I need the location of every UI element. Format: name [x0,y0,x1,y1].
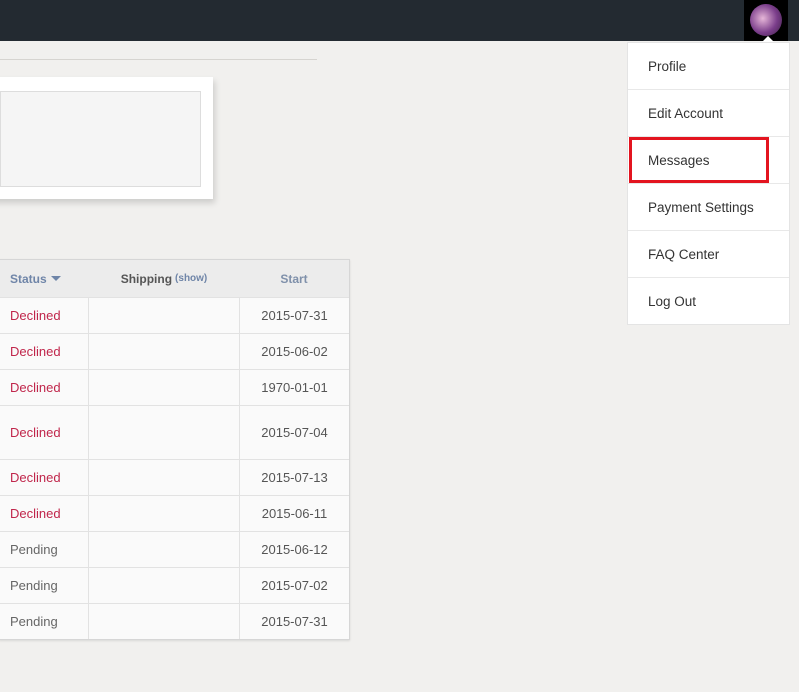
status-header-label: Status [10,271,47,286]
status-cell: Pending [0,604,89,639]
orders-table: Status Shipping (show) Start Declined 2015… [0,259,350,640]
start-date-cell: 1970-01-01 [261,380,328,395]
shipping-show-link[interactable]: (show) [175,273,207,284]
shipping-header-label: Shipping [120,271,173,286]
table-row[interactable]: Declined 2015-07-13 [0,459,349,495]
shipping-cell [89,406,240,459]
shipping-cell [89,460,240,495]
table-row[interactable]: Pending 2015-07-02 [0,567,349,603]
status-cell: Pending [0,532,89,567]
start-date-cell: 2015-07-13 [261,470,328,485]
info-card-content [0,91,201,187]
shipping-cell [89,334,240,369]
divider [0,59,317,60]
status-cell: Pending [0,568,89,603]
start-date-cell: 2015-06-12 [261,542,328,557]
menu-item-edit-account[interactable]: Edit Account [628,89,789,136]
status-cell: Declined [0,406,89,459]
status-cell: Declined [0,460,89,495]
table-row[interactable]: Declined 2015-07-04 [0,405,349,459]
table-row[interactable]: Pending 2015-07-31 [0,603,349,639]
table-row[interactable]: Pending 2015-06-12 [0,531,349,567]
avatar [750,4,782,36]
shipping-column-header: Shipping (show) [89,260,239,297]
user-menu-toggle[interactable] [744,0,788,41]
menu-item-log-out[interactable]: Log Out [628,277,789,324]
status-column-header[interactable]: Status [0,260,89,297]
start-date-cell: 2015-07-31 [261,308,328,323]
start-date-cell: 2015-06-02 [261,344,328,359]
table-row[interactable]: Declined 2015-07-31 [0,297,349,333]
start-date-cell: 2015-07-31 [261,614,328,629]
shipping-cell [89,496,240,531]
info-card [0,77,213,199]
top-navbar [0,0,799,41]
shipping-cell [89,532,240,567]
status-cell: Declined [0,370,89,405]
shipping-cell [89,298,240,333]
table-row[interactable]: Declined 1970-01-01 [0,369,349,405]
menu-item-faq-center[interactable]: FAQ Center [628,230,789,277]
status-cell: Declined [0,334,89,369]
shipping-cell [89,370,240,405]
shipping-cell [89,568,240,603]
table-header: Status Shipping (show) Start [0,260,349,297]
start-column-header[interactable]: Start [239,260,349,297]
start-date-cell: 2015-07-04 [261,425,328,440]
user-dropdown-menu: Profile Edit Account Messages Payment Setti… [627,42,790,325]
start-date-cell: 2015-06-11 [261,506,328,521]
menu-item-profile[interactable]: Profile [628,43,789,89]
menu-item-messages[interactable]: Messages [628,136,789,183]
table-row[interactable]: Declined 2015-06-11 [0,495,349,531]
sort-down-icon [50,276,61,281]
table-row[interactable]: Declined 2015-06-02 [0,333,349,369]
start-date-cell: 2015-07-02 [261,578,328,593]
shipping-cell [89,604,240,639]
menu-item-payment-settings[interactable]: Payment Settings [628,183,789,230]
status-cell: Declined [0,298,89,333]
status-cell: Declined [0,496,89,531]
